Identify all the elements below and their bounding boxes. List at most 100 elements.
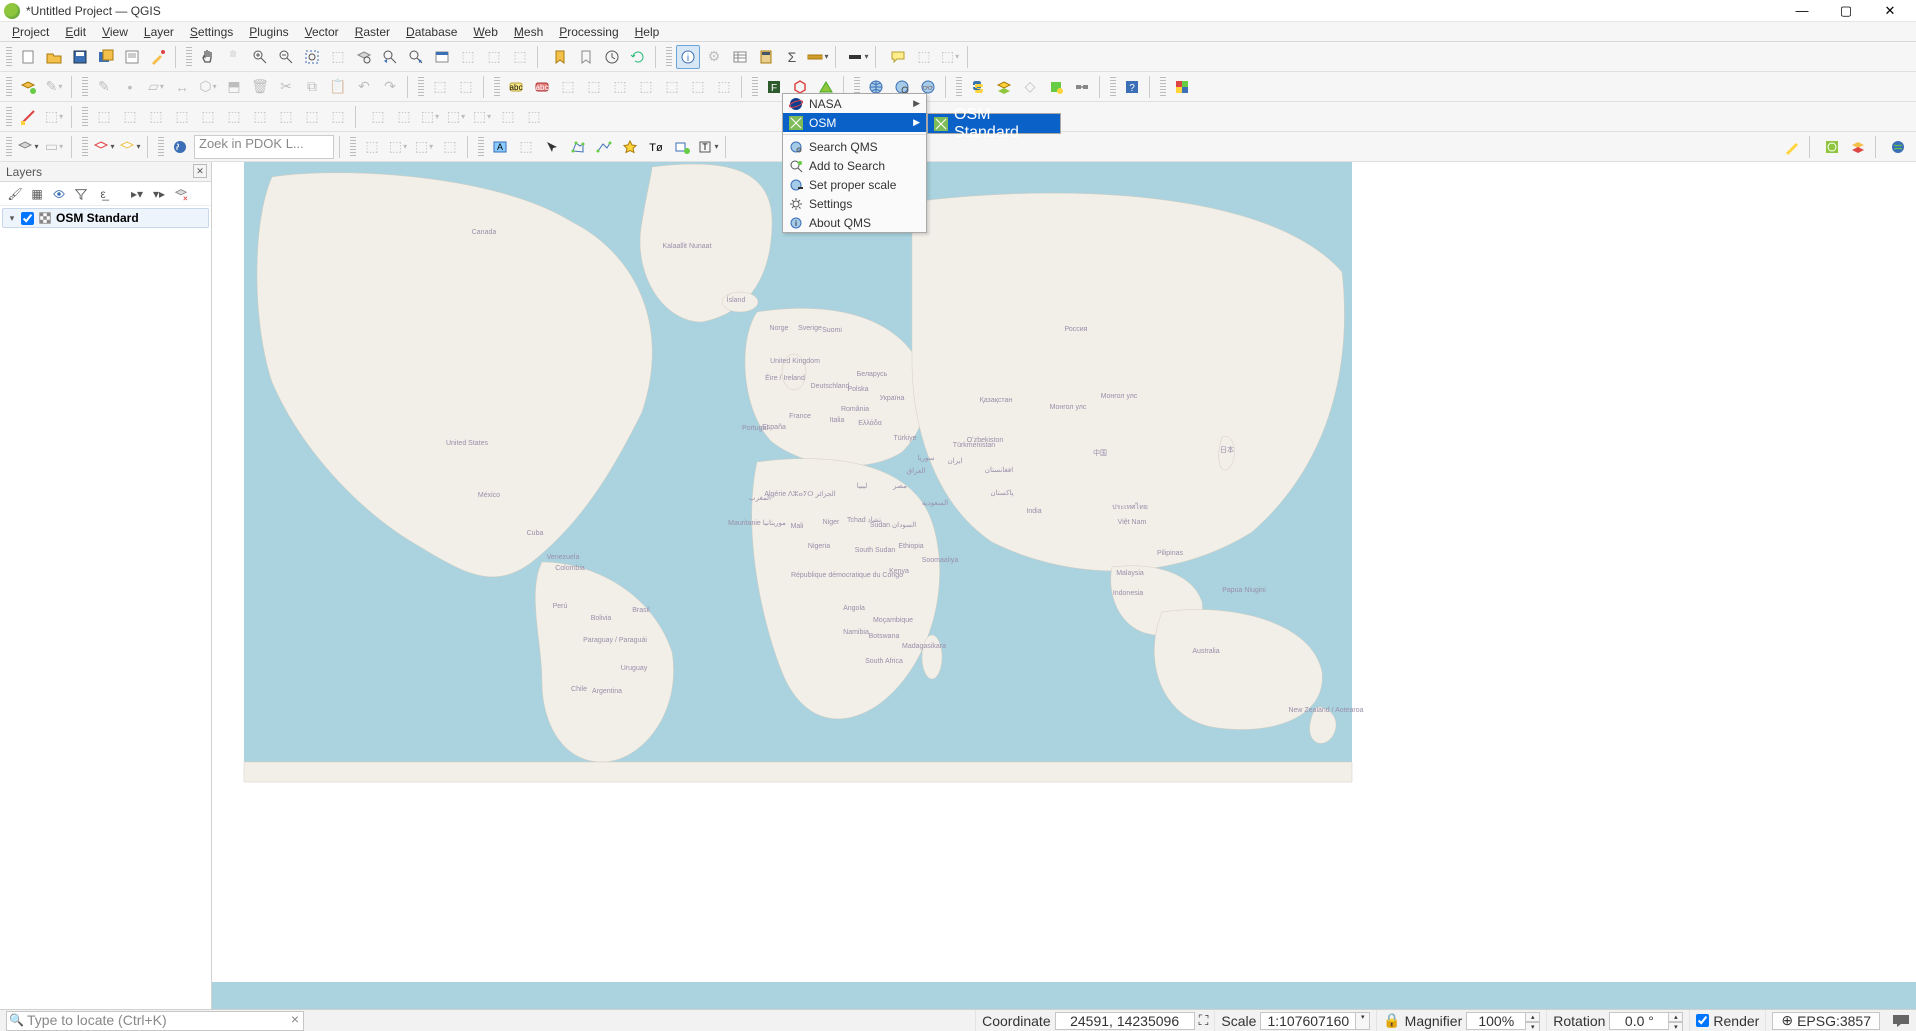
layer-row[interactable]: ▾ OSM Standard bbox=[2, 208, 209, 228]
rotation-spin[interactable]: ▴▾ bbox=[1669, 1012, 1683, 1030]
move-feature-button[interactable]: ↔ bbox=[170, 75, 194, 99]
zoom-full-button[interactable] bbox=[300, 45, 324, 69]
menu-view[interactable]: View bbox=[94, 22, 136, 41]
annot-line-button[interactable] bbox=[592, 135, 616, 159]
add-layer-button[interactable]: ▾ bbox=[16, 135, 40, 159]
extents-toggle-icon[interactable]: ⛶ bbox=[1199, 1012, 1209, 1029]
crs-button[interactable]: ⊕ EPSG:3857 bbox=[1772, 1012, 1880, 1030]
layer-expand-button[interactable]: ▸▾ bbox=[128, 185, 146, 203]
deselect-button[interactable]: ⬚▾ bbox=[938, 45, 962, 69]
layer-style-button[interactable]: 🖌 bbox=[6, 185, 24, 203]
label-change-button[interactable]: ⬚ bbox=[634, 75, 658, 99]
qms-submenu-osm-standard[interactable]: OSM Standard bbox=[928, 114, 1060, 133]
model-designer-button[interactable] bbox=[1070, 75, 1094, 99]
snap-16-button[interactable]: ⬚ bbox=[496, 105, 520, 129]
layer-collapse-button[interactable]: ▾▸ bbox=[150, 185, 168, 203]
render-checkbox[interactable] bbox=[1696, 1014, 1709, 1027]
add-feature-button[interactable]: • bbox=[118, 75, 142, 99]
magnifier-spin[interactable]: ▴▾ bbox=[1526, 1012, 1540, 1030]
snap-17-button[interactable]: ⬚ bbox=[522, 105, 546, 129]
annot-text3-button[interactable] bbox=[670, 135, 694, 159]
annot-form-button[interactable]: ⬚ bbox=[514, 135, 538, 159]
measure-line-button[interactable]: ▾ bbox=[806, 45, 830, 69]
labeling-button[interactable]: abc bbox=[504, 75, 528, 99]
menu-layer[interactable]: Layer bbox=[136, 22, 182, 41]
processing-results-button[interactable] bbox=[1044, 75, 1068, 99]
label-pin-button[interactable]: ⬚ bbox=[686, 75, 710, 99]
menu-database[interactable]: Database bbox=[398, 22, 465, 41]
snap-6-button[interactable]: ⬚ bbox=[222, 105, 246, 129]
sel-3-button[interactable]: ⬚▾ bbox=[412, 135, 436, 159]
layer-visibility-button[interactable] bbox=[50, 185, 68, 203]
temporal-controller-button[interactable] bbox=[600, 45, 624, 69]
lock-icon[interactable]: 🔒 bbox=[1383, 1012, 1400, 1029]
layers-tree[interactable]: ▾ OSM Standard bbox=[0, 206, 211, 1009]
qms-menu-search-qms[interactable]: Search QMS bbox=[783, 137, 926, 156]
sel-2-button[interactable]: ⬚▾ bbox=[386, 135, 410, 159]
layer-expr-button[interactable]: ε̲ bbox=[94, 185, 112, 203]
filter-a-button[interactable]: ▾ bbox=[92, 135, 116, 159]
pan-button[interactable] bbox=[196, 45, 220, 69]
new-print-layout-button[interactable] bbox=[120, 45, 144, 69]
locator-input[interactable]: Type to locate (Ctrl+K) bbox=[6, 1011, 304, 1031]
menu-settings[interactable]: Settings bbox=[182, 22, 241, 41]
snap-15-button[interactable]: ⬚▾ bbox=[470, 105, 494, 129]
qms-menu-settings[interactable]: Settings bbox=[783, 194, 926, 213]
label-highlight-button[interactable]: ⬚ bbox=[660, 75, 684, 99]
menu-plugins[interactable]: Plugins bbox=[241, 22, 296, 41]
scale-dropdown[interactable]: ▾ bbox=[1356, 1012, 1370, 1030]
zoom-next-button[interactable] bbox=[404, 45, 428, 69]
shape-digitize-button[interactable] bbox=[16, 105, 40, 129]
processing-history-button[interactable]: ◇ bbox=[1018, 75, 1042, 99]
qms-menu-add-to-search[interactable]: Add to Search bbox=[783, 156, 926, 175]
new-3d-view-button[interactable]: ⬚ bbox=[456, 45, 480, 69]
label-rotate-button[interactable]: ⬚ bbox=[608, 75, 632, 99]
select-by-value-button[interactable]: ⬚ bbox=[912, 45, 936, 69]
identify-button[interactable]: i bbox=[676, 45, 700, 69]
pan-to-selection-button[interactable] bbox=[222, 45, 246, 69]
field-calc-button[interactable] bbox=[754, 45, 778, 69]
snap-14-button[interactable]: ⬚▾ bbox=[444, 105, 468, 129]
annot-text2-button[interactable]: Tø bbox=[644, 135, 668, 159]
sel-1-button[interactable]: ⬚ bbox=[360, 135, 384, 159]
qms-menu-set-proper-scale[interactable]: Set proper scale bbox=[783, 175, 926, 194]
pdok-plugin-button[interactable] bbox=[168, 135, 192, 159]
menu-edit[interactable]: Edit bbox=[57, 22, 94, 41]
redo-button[interactable]: ↷ bbox=[378, 75, 402, 99]
globe-plugin-button[interactable] bbox=[1886, 135, 1910, 159]
menu-web[interactable]: Web bbox=[465, 22, 505, 41]
layer-remove-button[interactable] bbox=[172, 185, 190, 203]
annot-poly-button[interactable] bbox=[566, 135, 590, 159]
snap-5-button[interactable]: ⬚ bbox=[196, 105, 220, 129]
new-bookmark-button[interactable] bbox=[548, 45, 572, 69]
help-button[interactable]: ? bbox=[1120, 75, 1144, 99]
open-project-button[interactable] bbox=[42, 45, 66, 69]
snap-12-button[interactable]: ⬚ bbox=[392, 105, 416, 129]
snap-9-button[interactable]: ⬚ bbox=[300, 105, 324, 129]
menu-vector[interactable]: Vector bbox=[297, 22, 347, 41]
rotation-value[interactable]: 0.0 ° bbox=[1609, 1012, 1669, 1030]
zoom-to-layer-button[interactable] bbox=[352, 45, 376, 69]
delete-selected-button[interactable]: 🗑 bbox=[248, 75, 272, 99]
new-map-view-button[interactable] bbox=[430, 45, 454, 69]
shape-a-button[interactable]: ⬚▾ bbox=[42, 105, 66, 129]
annot-star-button[interactable] bbox=[618, 135, 642, 159]
layers-plugin-button[interactable] bbox=[1846, 135, 1870, 159]
pdok-search-input[interactable]: Zoek in PDOK L... bbox=[194, 135, 334, 159]
snap-7-button[interactable]: ⬚ bbox=[248, 105, 272, 129]
layers-panel-close-button[interactable]: ✕ bbox=[193, 164, 207, 178]
magnifier-value[interactable]: 100% bbox=[1466, 1012, 1526, 1030]
snap-1-button[interactable]: ⬚ bbox=[92, 105, 116, 129]
save-project-button[interactable] bbox=[68, 45, 92, 69]
snap-13-button[interactable]: ⬚▾ bbox=[418, 105, 442, 129]
menu-project[interactable]: Project bbox=[4, 22, 57, 41]
menu-processing[interactable]: Processing bbox=[551, 22, 626, 41]
show-map-tips-button[interactable] bbox=[886, 45, 910, 69]
edit-plugin-y-button[interactable] bbox=[1780, 135, 1804, 159]
paste-button[interactable]: 📋 bbox=[326, 75, 350, 99]
annot-text4-button[interactable]: T▾ bbox=[696, 135, 720, 159]
show-bookmarks-button[interactable] bbox=[574, 45, 598, 69]
snap-3-button[interactable]: ⬚ bbox=[144, 105, 168, 129]
chevron-down-icon[interactable]: ▾ bbox=[7, 213, 17, 224]
trace-button[interactable]: ⬚ bbox=[454, 75, 478, 99]
